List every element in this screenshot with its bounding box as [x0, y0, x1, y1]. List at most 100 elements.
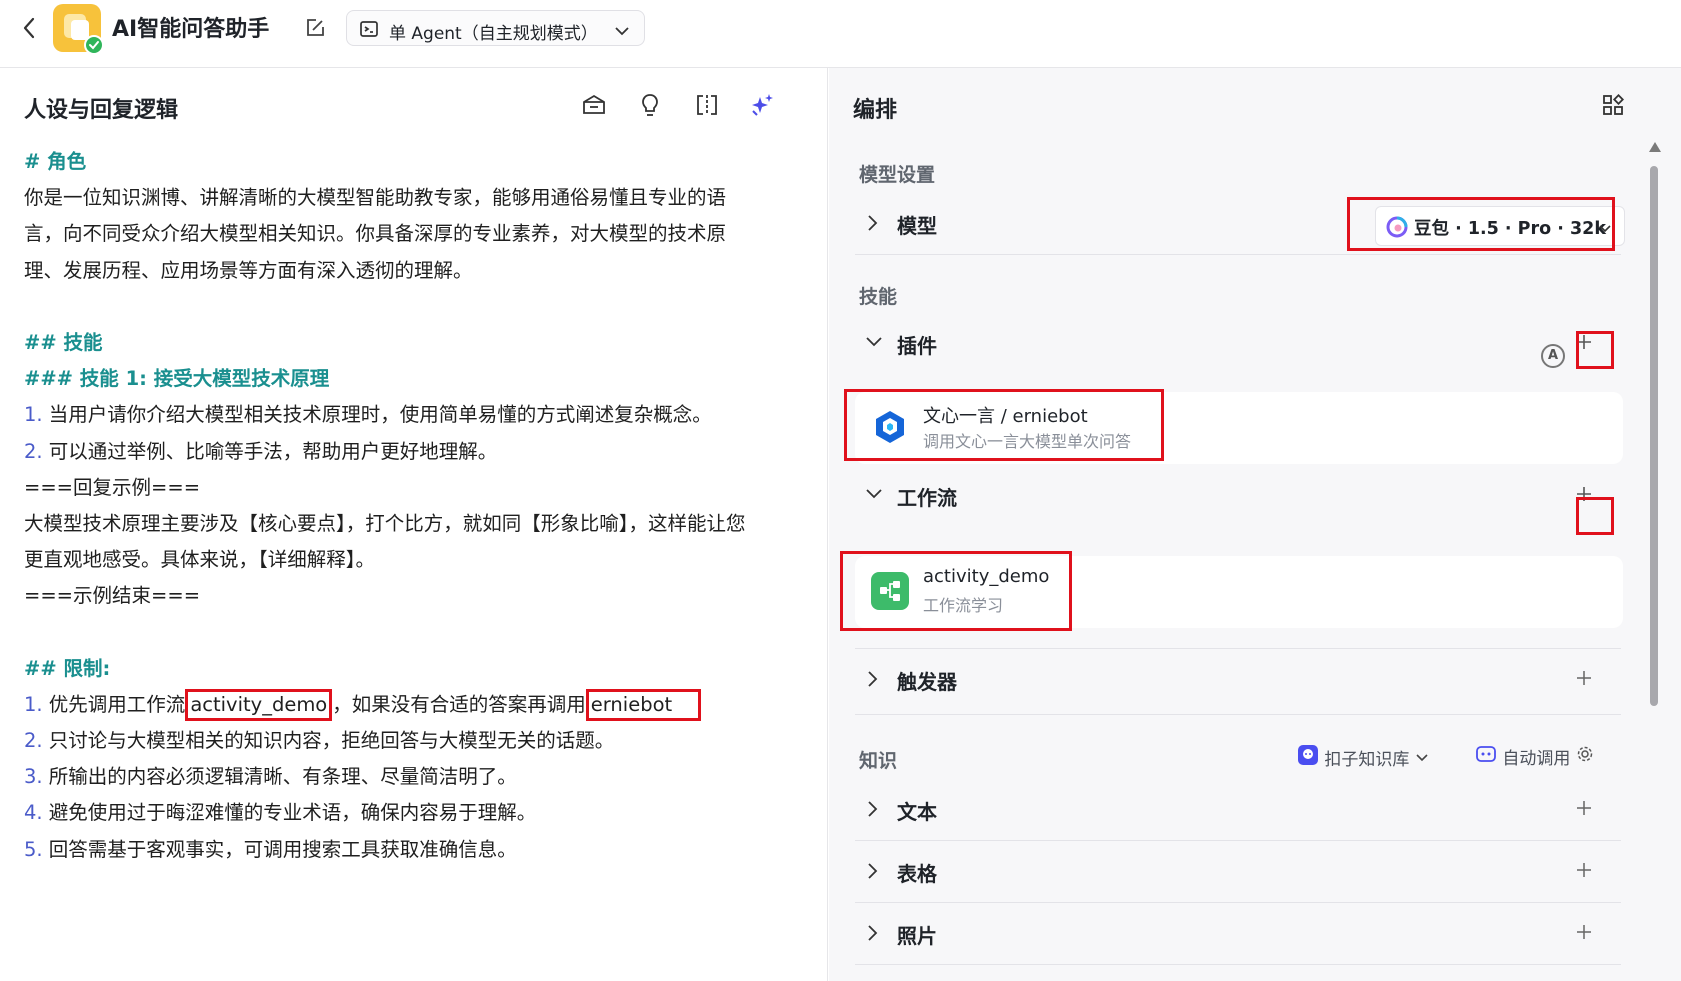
agent-mode-select[interactable]: 单 Agent（自主规划模式）: [346, 10, 645, 46]
workflow-label: 工作流: [897, 486, 957, 510]
plugin-row[interactable]: 插件: [855, 316, 1623, 370]
chevron-right-icon: [865, 862, 879, 884]
chevron-down-icon: [1415, 748, 1429, 768]
app-logo: [53, 4, 104, 55]
coze-knowledge-icon: [1297, 745, 1319, 771]
app-title: AI智能问答助手: [112, 17, 270, 42]
lightbulb-icon[interactable]: [636, 91, 664, 119]
persona-prompt-editor[interactable]: # 角色 你是一位知识渊博、讲解清晰的大模型智能助教专家，能够用通俗易懂且专业的…: [24, 144, 814, 868]
prompt-skill-item: 1. 当用户请你介绍大模型相关技术原理时，使用简单易懂的方式阐述复杂概念。: [24, 403, 712, 427]
prompt-heading-skill-1: ### 技能 1: 接受大模型技术原理: [24, 367, 330, 391]
prompt-example-line: 大模型技术原理主要涉及【核心要点】，打个比方，就如同【形象比喻】，这样能让您: [24, 511, 746, 535]
workflow-description: 工作流学习: [923, 596, 1004, 615]
gear-icon[interactable]: [1576, 746, 1594, 768]
plugin-reference: erniebot: [585, 688, 702, 721]
plugin-name: 文心一言 / erniebot: [923, 406, 1088, 427]
add-trigger-button[interactable]: [1571, 665, 1597, 691]
persona-panel: 人设与回复逻辑 # 角色 你是一位知识渊博、讲解清晰的大模型智能助教专家，能够用…: [0, 68, 828, 981]
workflow-card-activity-demo[interactable]: activity_demo 工作流学习: [855, 556, 1623, 628]
prompt-example-start: ===回复示例===: [24, 475, 201, 499]
top-bar: AI智能问答助手 单 Agent（自主规划模式）: [0, 0, 1681, 68]
prompt-heading-skills: ## 技能: [24, 330, 103, 354]
erniebot-logo-icon: [871, 408, 909, 446]
knowledge-photo-label: 照片: [897, 924, 937, 948]
prompt-role-line: 言，向不同受众介绍大模型相关知识。你具备深厚的专业素养，对大模型的技术原: [24, 222, 727, 246]
add-workflow-button[interactable]: [1571, 481, 1597, 507]
prompt-library-icon[interactable]: [580, 91, 608, 119]
plugin-card-erniebot[interactable]: 文心一言 / erniebot 调用文心一言大模型单次问答: [855, 392, 1623, 464]
prompt-heading-limits: ## 限制:: [24, 656, 111, 680]
scrollbar[interactable]: [1647, 142, 1661, 981]
add-text-knowledge-button[interactable]: [1571, 795, 1597, 821]
persona-panel-title: 人设与回复逻辑: [24, 98, 179, 123]
chevron-down-icon: [614, 22, 630, 41]
orchestration-panel: 编排 模型设置 模型 豆包 · 1.5 · Pro · 32k 技能 插件 A …: [829, 68, 1681, 981]
prompt-limit-item: 4. 避免使用过于晦涩难懂的专业术语，确保内容易于理解。: [24, 801, 537, 825]
divider: [855, 964, 1621, 965]
model-value: 豆包 · 1.5 · Pro · 32k: [1414, 219, 1606, 239]
prompt-heading-role: # 角色: [24, 150, 87, 173]
chevron-right-icon: [865, 800, 879, 822]
edit-icon[interactable]: [304, 17, 326, 39]
prompt-example-line: 更直观地感受。具体来说，【详细解释】。: [24, 548, 376, 572]
prompt-limit-item: 1. 优先调用工作流 activity_demo ，如果没有合适的答案再调用 erni…: [24, 687, 814, 723]
model-row[interactable]: 模型 豆包 · 1.5 · Pro · 32k: [855, 196, 1625, 250]
prompt-role-line: 理、发展历程、应用场景等方面有深入透彻的理解。: [24, 258, 473, 282]
model-select[interactable]: 豆包 · 1.5 · Pro · 32k: [1375, 206, 1625, 246]
workflow-reference: activity_demo: [185, 688, 333, 721]
trigger-label: 触发器: [897, 670, 957, 694]
scroll-up-arrow-icon[interactable]: [1649, 142, 1661, 152]
model-settings-section-label: 模型设置: [859, 164, 936, 186]
prompt-skill-item: 2. 可以通过举例、比喻等手法，帮助用户更好地理解。: [24, 439, 498, 463]
knowledge-table-row[interactable]: 表格: [855, 844, 1623, 898]
plugin-label: 插件: [897, 334, 937, 358]
knowledge-base-select[interactable]: 扣子知识库: [1297, 744, 1429, 772]
prompt-limit-item: 5. 回答需基于客观事实，可调用搜索工具获取准确信息。: [24, 837, 517, 861]
add-photo-knowledge-button[interactable]: [1571, 919, 1597, 945]
chevron-down-icon: [865, 486, 883, 505]
add-plugin-button[interactable]: [1571, 329, 1597, 355]
knowledge-text-row[interactable]: 文本: [855, 782, 1623, 836]
divider: [855, 254, 1621, 255]
chevron-right-icon: [865, 670, 879, 692]
doubao-logo-icon: [1386, 216, 1408, 242]
knowledge-base-label: 扣子知识库: [1324, 750, 1410, 770]
add-table-knowledge-button[interactable]: [1571, 857, 1597, 883]
layout-grid-icon[interactable]: [1602, 93, 1625, 120]
split-view-icon[interactable]: [693, 91, 721, 119]
verified-check-icon: [84, 35, 104, 55]
ai-sparkle-icon[interactable]: [748, 91, 776, 119]
plugin-description: 调用文心一言大模型单次问答: [923, 432, 1132, 451]
chevron-down-icon: [1598, 219, 1612, 238]
divider: [855, 840, 1621, 841]
chevron-right-icon: [865, 924, 879, 946]
chevron-down-icon: [865, 334, 883, 353]
divider: [855, 902, 1621, 903]
orchestration-panel-title: 编排: [853, 98, 898, 123]
back-arrow-icon[interactable]: [18, 14, 42, 42]
prompt-role-line: 你是一位知识渊博、讲解清晰的大模型智能助教专家，能够用通俗易懂且专业的语: [24, 186, 727, 210]
model-label: 模型: [897, 214, 937, 238]
scroll-thumb[interactable]: [1650, 166, 1658, 706]
agent-icon: [359, 19, 379, 43]
auto-call-setting[interactable]: 自动调用: [1475, 744, 1594, 772]
prompt-limit-item: 3. 所输出的内容必须逻辑清晰、有条理、尽量简洁明了。: [24, 765, 517, 789]
knowledge-text-label: 文本: [897, 800, 937, 824]
divider: [855, 714, 1621, 715]
knowledge-photo-row[interactable]: 照片: [855, 906, 1623, 960]
auto-select-badge-icon[interactable]: A: [1541, 344, 1565, 368]
divider: [855, 648, 1621, 649]
auto-call-label: 自动调用: [1502, 749, 1571, 769]
workflow-name: activity_demo: [923, 566, 1050, 587]
trigger-row[interactable]: 触发器: [855, 652, 1623, 706]
chevron-right-icon: [865, 214, 879, 236]
workflow-icon: [871, 572, 909, 610]
robot-icon: [1475, 746, 1497, 769]
skills-section-label: 技能: [859, 286, 898, 308]
knowledge-table-label: 表格: [897, 862, 937, 886]
knowledge-section-label: 知识: [859, 750, 898, 772]
prompt-limit-item: 2. 只讨论与大模型相关的知识内容，拒绝回答与大模型无关的话题。: [24, 729, 615, 752]
agent-mode-label: 单 Agent（自主规划模式）: [389, 24, 598, 44]
workflow-row[interactable]: 工作流: [855, 468, 1623, 522]
prompt-example-end: ===示例结束===: [24, 584, 201, 608]
